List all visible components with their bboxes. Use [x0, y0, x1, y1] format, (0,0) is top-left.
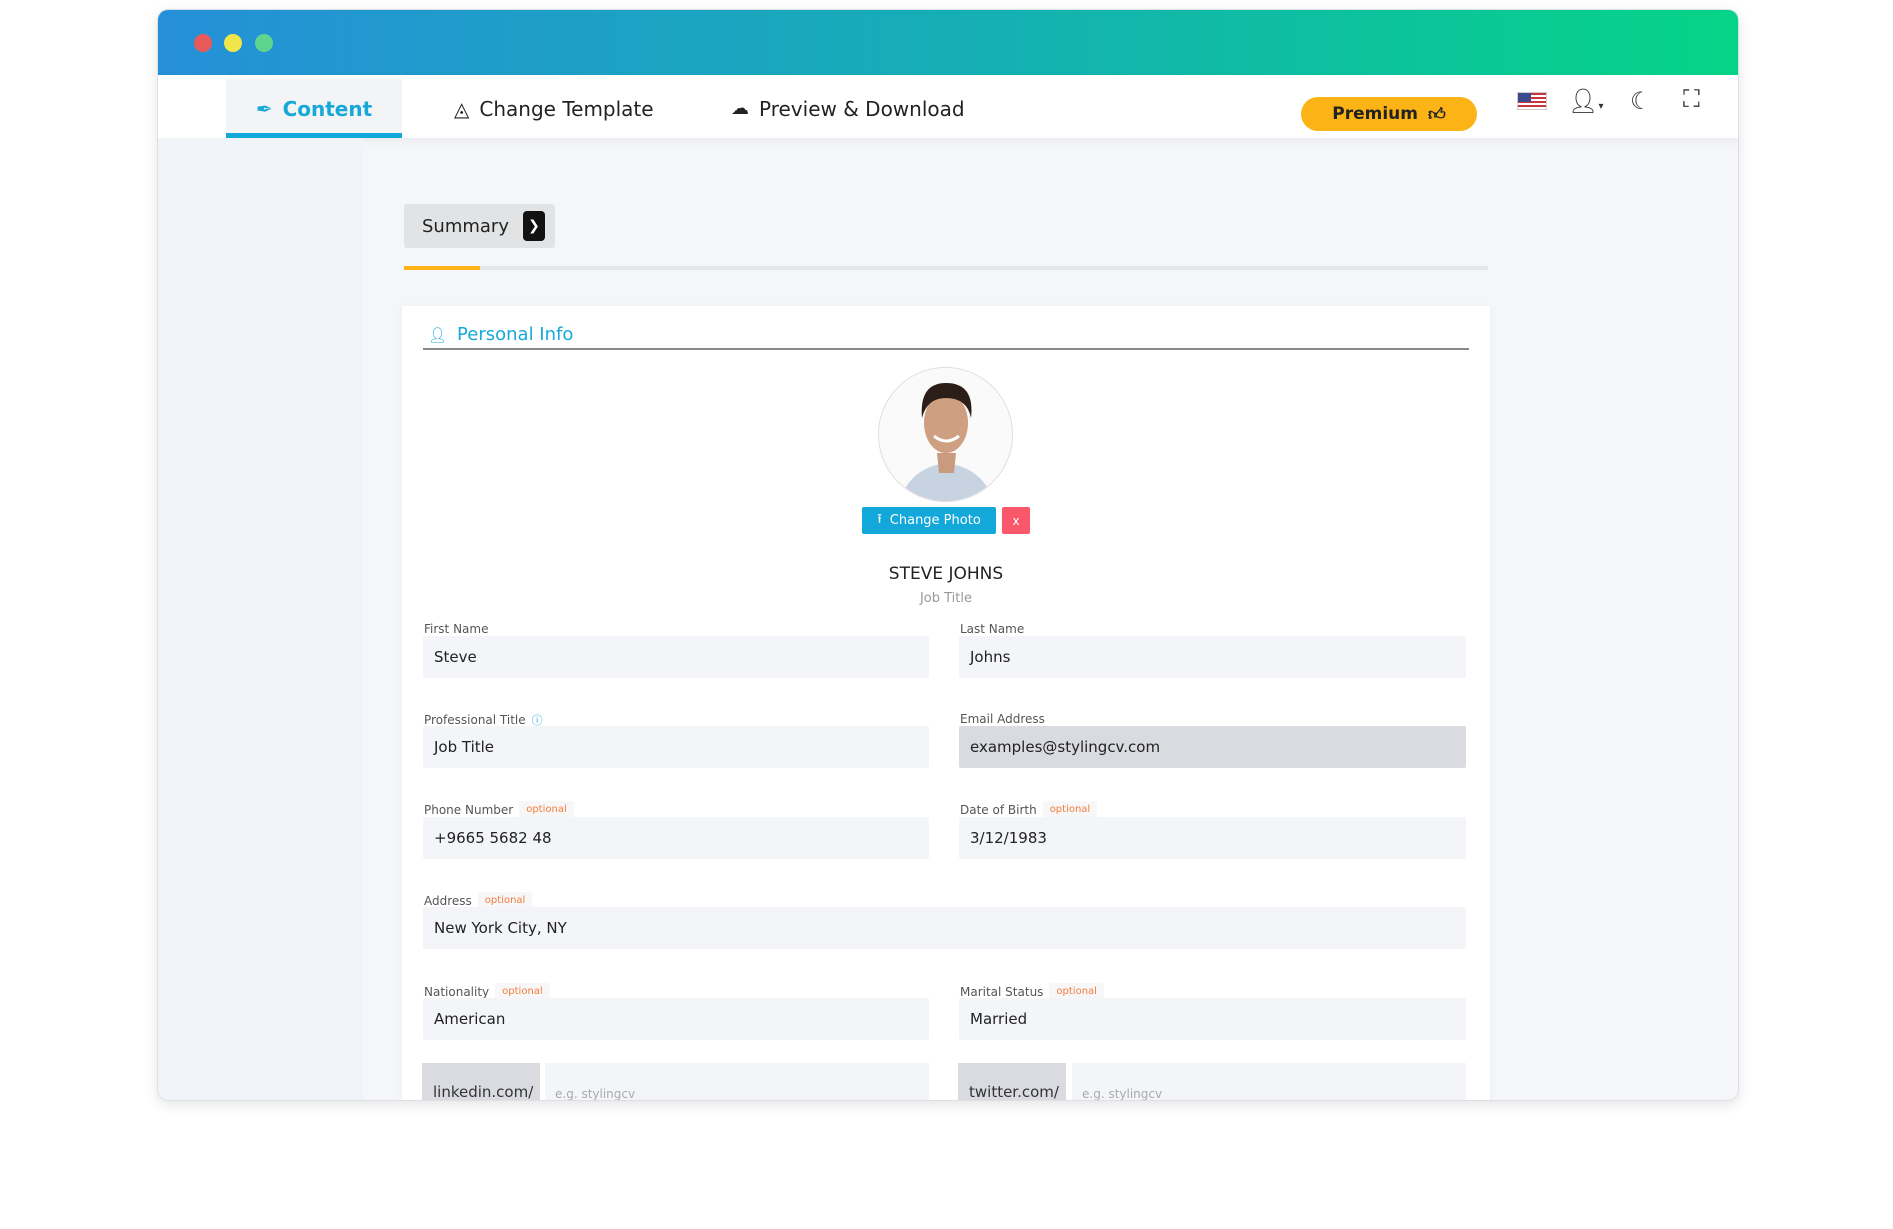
- title-bar: [158, 10, 1738, 75]
- first-name-input[interactable]: Steve: [423, 636, 929, 678]
- phone-input[interactable]: +9665 5682 48: [423, 817, 929, 859]
- email-input[interactable]: examples@stylingcv.com: [959, 726, 1466, 768]
- user-menu-icon[interactable]: 👤︎▾: [1568, 87, 1604, 115]
- close-window-button[interactable]: [194, 34, 212, 52]
- tab-label: Change Template: [479, 96, 654, 121]
- progress-fill: [404, 266, 480, 270]
- premium-label: Premium: [1332, 104, 1418, 124]
- divider: [423, 348, 1469, 350]
- linkedin-input[interactable]: e.g. stylingcv: [545, 1063, 929, 1100]
- last-name-input[interactable]: Johns: [959, 636, 1466, 678]
- email-label: Email Address: [960, 712, 1045, 726]
- full-name: STEVE JOHNS: [888, 564, 1004, 584]
- summary-label: Summary: [422, 215, 509, 237]
- label-text: First Name: [424, 622, 489, 636]
- app-window: ✒ Content ◬ Change Template ☁ Preview & …: [158, 10, 1738, 1100]
- change-photo-button[interactable]: ⭱ Change Photo: [862, 507, 996, 534]
- last-name-label: Last Name: [960, 622, 1024, 636]
- profile-photo: [878, 367, 1013, 502]
- tab-preview-download[interactable]: ☁ Preview & Download: [703, 79, 993, 138]
- chevron-right-icon[interactable]: ❯: [523, 211, 545, 241]
- personal-info-header: 👤︎ Personal Info: [428, 324, 573, 345]
- professional-title-input[interactable]: Job Title: [423, 726, 929, 768]
- sidebar: [158, 138, 363, 1100]
- remove-photo-button[interactable]: x: [1002, 507, 1030, 534]
- dob-input[interactable]: 3/12/1983: [959, 817, 1466, 859]
- thumbs-up-icon: 👍︎: [1427, 104, 1446, 125]
- first-name-label: First Name: [424, 622, 488, 636]
- section-title: Personal Info: [457, 324, 574, 345]
- label-text: Nationality: [424, 984, 490, 999]
- optional-badge: optional: [519, 801, 574, 818]
- tab-label: Content: [282, 96, 373, 121]
- minimize-window-button[interactable]: [224, 34, 242, 52]
- top-nav: ✒ Content ◬ Change Template ☁ Preview & …: [158, 75, 1738, 138]
- premium-button[interactable]: Premium 👍︎: [1301, 97, 1477, 131]
- job-title-preview: Job Title: [919, 591, 973, 606]
- cloud-download-icon: ☁: [731, 98, 749, 119]
- change-photo-label: Change Photo: [889, 513, 981, 528]
- personal-info-card: 👤︎ Personal Info ⭱ Change Photo x STEVE …: [402, 306, 1490, 1100]
- us-flag-icon[interactable]: [1517, 92, 1547, 110]
- phone-label: Phone Number optional: [424, 801, 574, 818]
- dark-mode-moon-icon[interactable]: ☾: [1630, 87, 1652, 115]
- label-text: Marital Status: [960, 984, 1044, 999]
- address-input[interactable]: New York City, NY: [423, 907, 1466, 949]
- optional-badge: optional: [1042, 801, 1098, 818]
- dob-label: Date of Birth optional: [960, 801, 1098, 818]
- marital-status-input[interactable]: Married: [959, 998, 1466, 1040]
- label-text: Address: [424, 893, 472, 908]
- label-text: Phone Number: [424, 802, 514, 817]
- nationality-input[interactable]: American: [423, 998, 929, 1040]
- user-icon: 👤︎: [428, 325, 448, 344]
- tab-label: Preview & Download: [759, 96, 965, 121]
- twitter-prefix: twitter.com/: [958, 1063, 1066, 1100]
- tab-content[interactable]: ✒ Content: [226, 79, 402, 138]
- twitter-input[interactable]: e.g. stylingcv: [1072, 1063, 1466, 1100]
- label-text: Email Address: [960, 712, 1045, 726]
- summary-section-button[interactable]: Summary ❯: [404, 204, 555, 248]
- tab-change-template[interactable]: ◬ Change Template: [426, 79, 682, 138]
- label-text: Date of Birth: [960, 802, 1037, 817]
- fullscreen-icon[interactable]: ⛶: [1683, 85, 1700, 113]
- feather-icon: ✒: [255, 96, 273, 121]
- template-icon: ◬: [454, 96, 470, 121]
- label-text: Last Name: [960, 622, 1025, 636]
- progress-bar: [404, 266, 1488, 270]
- linkedin-prefix: linkedin.com/: [422, 1063, 540, 1100]
- label-text: Professional Title: [424, 713, 526, 727]
- maximize-window-button[interactable]: [255, 34, 273, 52]
- upload-icon: ⭱: [877, 511, 882, 527]
